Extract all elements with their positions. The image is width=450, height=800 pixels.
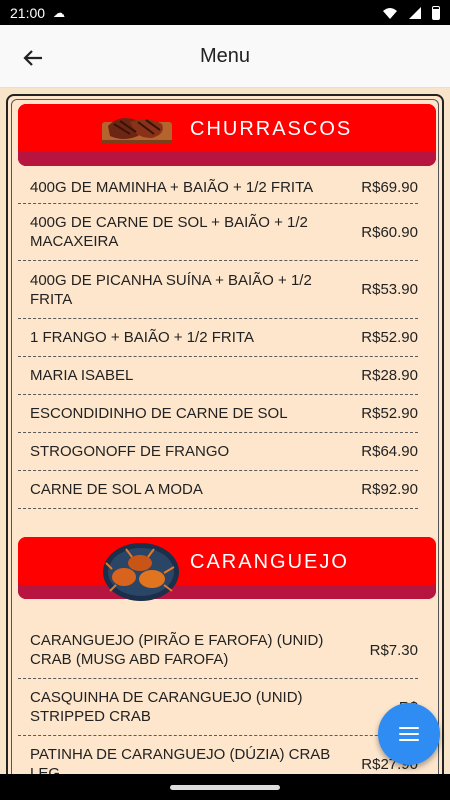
app-bar: Menu xyxy=(0,25,450,88)
navigation-bar xyxy=(0,774,450,800)
cloud-icon: ☁ xyxy=(53,5,66,20)
category-header-churrascos[interactable]: CHURRASCOS xyxy=(18,104,436,166)
item-price: R$60.90 xyxy=(361,223,418,241)
crab-dish-icon xyxy=(103,543,179,601)
category-header-caranguejo[interactable]: CARANGUEJO xyxy=(18,537,436,601)
item-price: R$53.90 xyxy=(361,281,418,298)
item-price: R$69.90 xyxy=(361,178,418,196)
list-item[interactable]: ESCONDIDINHO DE CARNE DE SOL R$52.90 xyxy=(18,395,418,433)
list-item[interactable]: 400G DE CARNE DE SOL + BAIÃO + 1/2 MACAX… xyxy=(18,204,418,261)
item-list-caranguejo: CARANGUEJO (PIRÃO E FAROFA) (UNID) CRAB … xyxy=(18,622,418,792)
item-name: 400G DE CARNE DE SOL + BAIÃO + 1/2 MACAX… xyxy=(30,214,308,250)
item-price: R$52.90 xyxy=(361,329,418,346)
category-label: CARANGUEJO xyxy=(190,551,349,573)
item-name: ESCONDIDINHO DE CARNE DE SOL xyxy=(30,405,288,422)
item-name: 1 FRANGO + BAIÃO + 1/2 FRITA xyxy=(30,329,254,346)
item-name: CASQUINHA DE CARANGUEJO (UNID) STRIPPED … xyxy=(30,689,303,725)
menu-frame: CHURRASCOS 400G DE MAMINHA + BAIÃO + 1/2… xyxy=(6,94,444,794)
status-time: 21:00 xyxy=(10,4,46,21)
grilled-meat-icon xyxy=(102,118,172,144)
item-price: R$92.90 xyxy=(361,481,418,498)
item-name: MARIA ISABEL xyxy=(30,367,134,384)
list-item[interactable]: 400G DE PICANHA SUÍNA + BAIÃO + 1/2 FRIT… xyxy=(18,261,418,319)
list-item[interactable]: 400G DE MAMINHA + BAIÃO + 1/2 FRITA R$69… xyxy=(18,171,418,204)
list-item[interactable]: CARNE DE SOL A MODA R$92.90 xyxy=(18,471,418,509)
menu-lines-icon xyxy=(399,727,419,741)
battery-icon xyxy=(432,5,440,20)
item-name: 400G DE MAMINHA + BAIÃO + 1/2 FRITA xyxy=(30,178,314,196)
list-item[interactable]: CARANGUEJO (PIRÃO E FAROFA) (UNID) CRAB … xyxy=(18,622,418,679)
category-label: CHURRASCOS xyxy=(190,118,353,140)
status-bar: 21:00 ☁ xyxy=(0,0,450,25)
home-gesture-handle[interactable] xyxy=(170,784,280,790)
list-item[interactable]: CASQUINHA DE CARANGUEJO (UNID) STRIPPED … xyxy=(18,679,418,736)
item-name: CARANGUEJO (PIRÃO E FAROFA) (UNID) CRAB … xyxy=(30,632,324,668)
item-price: R$28.90 xyxy=(361,367,418,384)
status-icons xyxy=(382,5,440,20)
item-list-churrascos: 400G DE MAMINHA + BAIÃO + 1/2 FRITA R$69… xyxy=(18,171,418,509)
page-title: Menu xyxy=(199,44,251,67)
item-price: R$64.90 xyxy=(361,443,418,460)
back-arrow-icon[interactable] xyxy=(18,43,48,73)
list-item[interactable]: STROGONOFF DE FRANGO R$64.90 xyxy=(18,433,418,471)
menu-fab-button[interactable] xyxy=(378,703,440,765)
item-name: 400G DE PICANHA SUÍNA + BAIÃO + 1/2 FRIT… xyxy=(30,271,312,308)
item-name: CARNE DE SOL A MODA xyxy=(30,481,203,498)
wifi-icon xyxy=(383,7,397,19)
signal-icon xyxy=(409,6,421,19)
item-name: STROGONOFF DE FRANGO xyxy=(30,443,230,460)
list-item[interactable]: MARIA ISABEL R$28.90 xyxy=(18,357,418,395)
item-price: R$7.30 xyxy=(369,641,418,659)
item-price: R$52.90 xyxy=(361,405,418,422)
list-item[interactable]: 1 FRANGO + BAIÃO + 1/2 FRITA R$52.90 xyxy=(18,319,418,357)
